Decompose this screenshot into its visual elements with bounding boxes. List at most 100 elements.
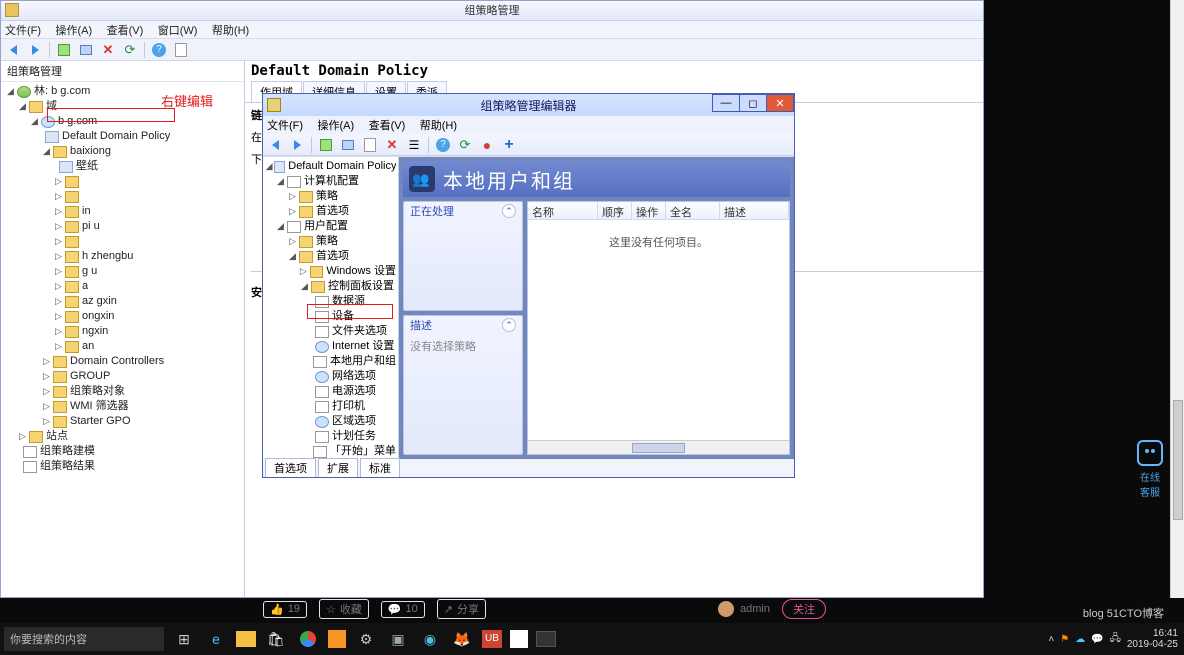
cp-item[interactable]: 网络选项 [332, 369, 376, 384]
node-item[interactable]: pi u [82, 219, 100, 234]
minimize-button[interactable]: — [712, 94, 740, 112]
follow-button[interactable]: 关注 [782, 599, 826, 619]
settings-icon[interactable]: ⚙ [354, 627, 378, 651]
forward-button[interactable] [25, 41, 45, 59]
btab-std[interactable]: 标准 [360, 458, 400, 477]
tray-expand-icon[interactable]: ˄ [1048, 634, 1054, 645]
node-dc[interactable]: Domain Controllers [70, 354, 164, 369]
maximize-button[interactable]: ◻ [739, 94, 767, 112]
tray-onedrive-icon[interactable]: ☁ [1075, 634, 1085, 645]
node-wmi[interactable]: WMI 筛选器 [70, 399, 129, 414]
tool-help[interactable]: ? [149, 41, 169, 59]
ed-menu-action[interactable]: 操作(A) [318, 120, 355, 132]
app2-icon[interactable] [510, 630, 528, 648]
tree-root[interactable]: 组策略管理 [1, 61, 244, 82]
cp-item[interactable]: 计划任务 [332, 429, 376, 444]
editor-tree[interactable]: ◢Default Domain Policy [DC.B/ ◢计算机配置 ▷策略… [263, 157, 399, 459]
cp-item[interactable]: 「开始」菜单 [330, 444, 396, 459]
cp-item[interactable]: 区域选项 [332, 414, 376, 429]
ed-menu-view[interactable]: 查看(V) [369, 120, 406, 132]
back-button[interactable] [3, 41, 23, 59]
cp-item[interactable]: 文件夹选项 [332, 324, 387, 339]
col-op[interactable]: 操作 [632, 202, 666, 219]
node-gpo-obj[interactable]: 组策略对象 [70, 384, 125, 399]
menu-view[interactable]: 查看(V) [107, 22, 144, 40]
node-starter[interactable]: Starter GPO [70, 414, 131, 429]
taskbar-search[interactable]: 你要搜索的内容 [4, 627, 164, 651]
chrome-icon[interactable] [296, 627, 320, 651]
node-item[interactable]: a [82, 279, 88, 294]
ed-refresh[interactable]: ⟳ [455, 136, 475, 154]
tool-delete[interactable]: ✕ [98, 41, 118, 59]
ed-cp-settings[interactable]: 控制面板设置 [328, 279, 394, 294]
btab-prefs[interactable]: 首选项 [265, 458, 316, 477]
ed-paste[interactable] [360, 136, 380, 154]
ed-properties[interactable]: ☰ [404, 136, 424, 154]
ed-delete[interactable]: ✕ [382, 136, 402, 154]
node-item[interactable]: h zhengbu [82, 249, 133, 264]
node-group[interactable]: GROUP [70, 369, 110, 384]
tool-properties[interactable] [171, 41, 191, 59]
tray-network-icon[interactable]: 🖧 [1110, 631, 1121, 648]
username[interactable]: admin [740, 603, 770, 615]
ed-policies[interactable]: 策略 [316, 189, 338, 204]
ublock-icon[interactable]: UB [482, 630, 502, 648]
node-item[interactable]: az gxin [82, 294, 117, 309]
ed-menu-help[interactable]: 帮助(H) [420, 120, 457, 132]
node-ddp[interactable]: Default Domain Policy [62, 129, 170, 144]
thumbs-button[interactable]: 👍 19 [263, 601, 307, 618]
node-item[interactable]: ongxin [82, 309, 114, 324]
list-header[interactable]: 名称 顺序 操作 全名 描述 [528, 202, 789, 220]
col-desc[interactable]: 描述 [720, 202, 789, 219]
node-results[interactable]: 组策略结果 [40, 459, 95, 474]
ed-prefs[interactable]: 首选项 [316, 204, 349, 219]
ed-help[interactable]: ? [433, 136, 453, 154]
node-modeling[interactable]: 组策略建模 [40, 444, 95, 459]
ed-stop[interactable]: ● [477, 136, 497, 154]
editor-bottom-tabs[interactable]: 首选项 扩展 标准 [263, 459, 794, 477]
ed-win-settings[interactable]: Windows 设置 [326, 264, 396, 279]
ed-copy[interactable] [338, 136, 358, 154]
customer-service[interactable]: 在线 客服 [1134, 440, 1166, 499]
ed-root[interactable]: Default Domain Policy [DC.B/ [288, 159, 396, 174]
node-item[interactable]: an [82, 339, 94, 354]
node-sites[interactable]: 站点 [46, 429, 68, 444]
ed-forward[interactable] [287, 136, 307, 154]
ed-prefs2[interactable]: 首选项 [316, 249, 349, 264]
node-item[interactable]: ngxin [82, 324, 108, 339]
app-icon[interactable]: ◉ [418, 627, 442, 651]
node-item[interactable]: in [82, 204, 91, 219]
ed-computer-cfg[interactable]: 计算机配置 [304, 174, 359, 189]
editor-menubar[interactable]: 文件(F) 操作(A) 查看(V) 帮助(H) [263, 116, 794, 134]
menu-window[interactable]: 窗口(W) [158, 22, 198, 40]
page-scrollbar[interactable] [1170, 0, 1184, 598]
menu-action[interactable]: 操作(A) [56, 22, 93, 40]
task-view-icon[interactable]: ⊞ [172, 627, 196, 651]
tray-date[interactable]: 2019-04-25 [1127, 639, 1178, 650]
avatar[interactable] [718, 601, 734, 617]
store-icon[interactable]: 🛍 [264, 627, 288, 651]
ed-user-cfg[interactable]: 用户配置 [304, 219, 348, 234]
btab-ext[interactable]: 扩展 [318, 458, 358, 477]
collapse-icon[interactable]: ⌃ [502, 204, 516, 218]
editor-titlebar[interactable]: 组策略管理编辑器 — ◻ ✕ [263, 94, 794, 116]
tool-refresh[interactable]: ⟳ [120, 41, 140, 59]
ed-menu-file[interactable]: 文件(F) [267, 120, 303, 132]
main-menubar[interactable]: 文件(F) 操作(A) 查看(V) 窗口(W) 帮助(H) [1, 21, 983, 39]
list-scrollbar[interactable] [528, 440, 789, 454]
tool-grid[interactable] [76, 41, 96, 59]
collapse-icon[interactable]: ⌃ [502, 318, 516, 332]
close-button[interactable]: ✕ [766, 94, 794, 112]
explorer-icon[interactable] [236, 631, 256, 647]
tray-flag-icon[interactable]: ⚑ [1060, 634, 1069, 645]
ed-back[interactable] [265, 136, 285, 154]
tray-time[interactable]: 16:41 [1127, 628, 1178, 639]
node-baixiong[interactable]: baixiong [70, 144, 111, 159]
tray-wechat-icon[interactable]: 💬 [1091, 634, 1103, 645]
nav-tree[interactable]: 组策略管理 ◢林: b g.com ◢域 ◢b g.com Default Do… [1, 61, 245, 597]
tool-green[interactable] [54, 41, 74, 59]
ed-cut[interactable] [316, 136, 336, 154]
cp-item-local-users[interactable]: 本地用户和组 [330, 354, 396, 369]
ed-policies2[interactable]: 策略 [316, 234, 338, 249]
vmware-icon[interactable]: ▣ [386, 627, 410, 651]
